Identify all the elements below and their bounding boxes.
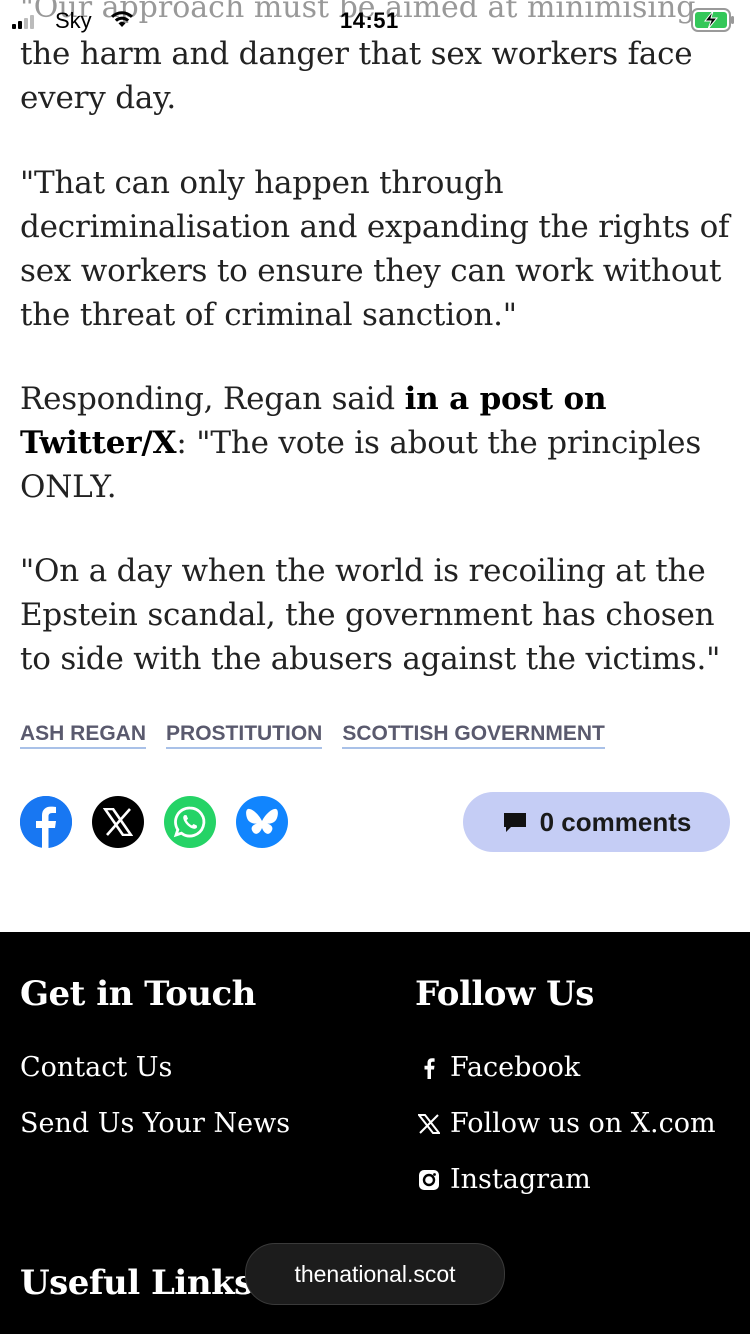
browser-url-bar[interactable]: thenational.scot <box>245 1243 505 1305</box>
footer-link-label: Follow us on X.com <box>450 1108 716 1139</box>
status-bar: Sky 14:51 <box>0 0 750 40</box>
follow-us-heading: Follow Us <box>415 974 594 1014</box>
footer-instagram-link[interactable]: Instagram <box>418 1164 591 1195</box>
facebook-icon[interactable] <box>20 796 72 848</box>
share-bar: 0 comments <box>20 792 730 852</box>
send-us-your-news-link[interactable]: Send Us Your News <box>20 1108 290 1139</box>
comments-count-label: 0 comments <box>539 806 692 837</box>
paragraph-text: Responding, Regan said <box>20 381 405 417</box>
facebook-f-icon <box>418 1057 440 1079</box>
article-paragraph: Responding, Regan said in a post on Twit… <box>20 377 730 509</box>
comment-bubble-icon <box>503 813 526 832</box>
bluesky-icon[interactable] <box>236 796 288 848</box>
comments-button[interactable]: 0 comments <box>463 792 730 852</box>
article-paragraph: "On a day when the world is recoiling at… <box>20 553 721 677</box>
tag-scottish-government[interactable]: SCOTTISH GOVERNMENT <box>342 722 605 749</box>
footer-link-label: Facebook <box>450 1052 581 1083</box>
status-time: 14:51 <box>340 8 399 33</box>
article-body: the harm and danger that sex workers fac… <box>20 32 730 721</box>
article-paragraph: the harm and danger that sex workers fac… <box>20 36 693 116</box>
cellular-signal-icon <box>12 13 38 29</box>
footer-x-link[interactable]: Follow us on X.com <box>418 1108 716 1139</box>
instagram-icon <box>418 1169 440 1191</box>
x-icon <box>418 1113 440 1135</box>
x-icon[interactable] <box>92 796 144 848</box>
whatsapp-icon[interactable] <box>164 796 216 848</box>
get-in-touch-heading: Get in Touch <box>20 974 256 1014</box>
footer-facebook-link[interactable]: Facebook <box>418 1052 580 1083</box>
contact-us-link[interactable]: Contact Us <box>20 1052 172 1083</box>
wifi-icon <box>110 9 134 29</box>
footer-link-label: Instagram <box>450 1164 591 1195</box>
useful-links-heading: Useful Links <box>20 1263 253 1303</box>
tag-ash-regan[interactable]: ASH REGAN <box>20 722 147 749</box>
article-tags: ASH REGAN PROSTITUTION SCOTTISH GOVERNME… <box>20 722 605 749</box>
carrier-name: Sky <box>55 8 92 33</box>
article-paragraph: "That can only happen through decriminal… <box>20 165 730 333</box>
battery-charging-icon <box>691 8 735 32</box>
tag-prostitution[interactable]: PROSTITUTION <box>166 722 323 749</box>
